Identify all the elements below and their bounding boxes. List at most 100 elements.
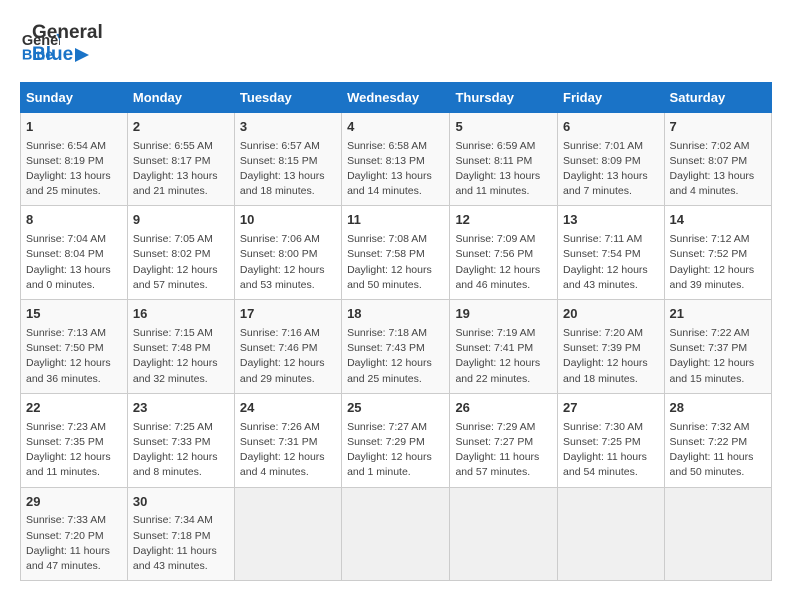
day-number: 24	[240, 399, 336, 418]
day-content: Sunrise: 7:26 AMSunset: 7:31 PMDaylight:…	[240, 420, 336, 481]
calendar-day-17: 17 Sunrise: 7:16 AMSunset: 7:46 PMDayligh…	[234, 300, 341, 394]
day-number: 17	[240, 305, 336, 324]
day-content: Sunrise: 6:57 AMSunset: 8:15 PMDaylight:…	[240, 139, 336, 200]
day-content: Sunrise: 7:27 AMSunset: 7:29 PMDaylight:…	[347, 420, 444, 481]
day-number: 23	[133, 399, 229, 418]
day-number: 7	[670, 118, 766, 137]
calendar-day-1: 1 Sunrise: 6:54 AMSunset: 8:19 PMDaylight…	[21, 112, 128, 206]
day-content: Sunrise: 6:55 AMSunset: 8:17 PMDaylight:…	[133, 139, 229, 200]
calendar-day-2: 2 Sunrise: 6:55 AMSunset: 8:17 PMDaylight…	[127, 112, 234, 206]
day-content: Sunrise: 7:16 AMSunset: 7:46 PMDaylight:…	[240, 326, 336, 387]
calendar-day-7: 7 Sunrise: 7:02 AMSunset: 8:07 PMDaylight…	[664, 112, 771, 206]
empty-cell	[450, 487, 558, 581]
calendar-day-9: 9Sunrise: 7:05 AMSunset: 8:02 PMDaylight…	[127, 206, 234, 300]
calendar-day-21: 21 Sunrise: 7:22 AMSunset: 7:37 PMDayligh…	[664, 300, 771, 394]
calendar-day-6: 6 Sunrise: 7:01 AMSunset: 8:09 PMDaylight…	[558, 112, 665, 206]
col-header-monday: Monday	[127, 82, 234, 112]
calendar-day-25: 25 Sunrise: 7:27 AMSunset: 7:29 PMDayligh…	[342, 393, 450, 487]
calendar-day-29: 29Sunrise: 7:33 AMSunset: 7:20 PMDayligh…	[21, 487, 128, 581]
calendar-day-5: 5 Sunrise: 6:59 AMSunset: 8:11 PMDaylight…	[450, 112, 558, 206]
calendar-day-13: 13 Sunrise: 7:11 AMSunset: 7:54 PMDayligh…	[558, 206, 665, 300]
day-content: Sunrise: 7:25 AMSunset: 7:33 PMDaylight:…	[133, 420, 229, 481]
day-number: 28	[670, 399, 766, 418]
day-content: Sunrise: 7:20 AMSunset: 7:39 PMDaylight:…	[563, 326, 659, 387]
day-content: Sunrise: 7:32 AMSunset: 7:22 PMDaylight:…	[670, 420, 766, 481]
calendar-day-26: 26Sunrise: 7:29 AMSunset: 7:27 PMDayligh…	[450, 393, 558, 487]
day-content: Sunrise: 7:15 AMSunset: 7:48 PMDaylight:…	[133, 326, 229, 387]
col-header-tuesday: Tuesday	[234, 82, 341, 112]
day-number: 5	[455, 118, 552, 137]
col-header-thursday: Thursday	[450, 82, 558, 112]
day-number: 6	[563, 118, 659, 137]
day-number: 13	[563, 211, 659, 230]
day-number: 20	[563, 305, 659, 324]
day-content: Sunrise: 7:29 AMSunset: 7:27 PMDaylight:…	[455, 420, 552, 481]
calendar-day-23: 23 Sunrise: 7:25 AMSunset: 7:33 PMDayligh…	[127, 393, 234, 487]
day-number: 8	[26, 211, 122, 230]
calendar-day-24: 24 Sunrise: 7:26 AMSunset: 7:31 PMDayligh…	[234, 393, 341, 487]
col-header-wednesday: Wednesday	[342, 82, 450, 112]
calendar-day-19: 19 Sunrise: 7:19 AMSunset: 7:41 PMDayligh…	[450, 300, 558, 394]
empty-cell	[342, 487, 450, 581]
calendar-day-4: 4 Sunrise: 6:58 AMSunset: 8:13 PMDaylight…	[342, 112, 450, 206]
calendar-day-3: 3 Sunrise: 6:57 AMSunset: 8:15 PMDaylight…	[234, 112, 341, 206]
day-content: Sunrise: 6:58 AMSunset: 8:13 PMDaylight:…	[347, 139, 444, 200]
day-content: Sunrise: 7:01 AMSunset: 8:09 PMDaylight:…	[563, 139, 659, 200]
calendar-day-22: 22 Sunrise: 7:23 AMSunset: 7:35 PMDayligh…	[21, 393, 128, 487]
day-content: Sunrise: 7:34 AMSunset: 7:18 PMDaylight:…	[133, 513, 229, 574]
day-content: Sunrise: 6:54 AMSunset: 8:19 PMDaylight:…	[26, 139, 122, 200]
day-number: 15	[26, 305, 122, 324]
day-number: 10	[240, 211, 336, 230]
day-number: 21	[670, 305, 766, 324]
day-number: 30	[133, 493, 229, 512]
day-content: Sunrise: 7:04 AMSunset: 8:04 PMDaylight:…	[26, 232, 122, 293]
logo: General Blue General Blue	[20, 20, 103, 66]
day-number: 12	[455, 211, 552, 230]
day-content: Sunrise: 7:11 AMSunset: 7:54 PMDaylight:…	[563, 232, 659, 293]
day-content: Sunrise: 6:59 AMSunset: 8:11 PMDaylight:…	[455, 139, 552, 200]
day-number: 29	[26, 493, 122, 512]
day-number: 1	[26, 118, 122, 137]
logo-general-text: General	[32, 22, 103, 44]
day-content: Sunrise: 7:23 AMSunset: 7:35 PMDaylight:…	[26, 420, 122, 481]
calendar-day-10: 10 Sunrise: 7:06 AMSunset: 8:00 PMDayligh…	[234, 206, 341, 300]
day-number: 4	[347, 118, 444, 137]
calendar-day-8: 8 Sunrise: 7:04 AMSunset: 8:04 PMDaylight…	[21, 206, 128, 300]
day-number: 2	[133, 118, 229, 137]
day-content: Sunrise: 7:02 AMSunset: 8:07 PMDaylight:…	[670, 139, 766, 200]
logo-arrow-icon	[75, 48, 89, 62]
col-header-sunday: Sunday	[21, 82, 128, 112]
day-content: Sunrise: 7:19 AMSunset: 7:41 PMDaylight:…	[455, 326, 552, 387]
empty-cell	[558, 487, 665, 581]
calendar-day-11: 11 Sunrise: 7:08 AMSunset: 7:58 PMDayligh…	[342, 206, 450, 300]
day-number: 19	[455, 305, 552, 324]
calendar-table: SundayMondayTuesdayWednesdayThursdayFrid…	[20, 82, 772, 582]
calendar-day-30: 30Sunrise: 7:34 AMSunset: 7:18 PMDayligh…	[127, 487, 234, 581]
calendar-day-14: 14 Sunrise: 7:12 AMSunset: 7:52 PMDayligh…	[664, 206, 771, 300]
calendar-day-27: 27Sunrise: 7:30 AMSunset: 7:25 PMDayligh…	[558, 393, 665, 487]
calendar-day-20: 20 Sunrise: 7:20 AMSunset: 7:39 PMDayligh…	[558, 300, 665, 394]
day-number: 14	[670, 211, 766, 230]
empty-cell	[234, 487, 341, 581]
calendar-day-15: 15 Sunrise: 7:13 AMSunset: 7:50 PMDayligh…	[21, 300, 128, 394]
calendar-day-28: 28 Sunrise: 7:32 AMSunset: 7:22 PMDayligh…	[664, 393, 771, 487]
day-content: Sunrise: 7:22 AMSunset: 7:37 PMDaylight:…	[670, 326, 766, 387]
col-header-saturday: Saturday	[664, 82, 771, 112]
day-number: 11	[347, 211, 444, 230]
day-number: 16	[133, 305, 229, 324]
day-content: Sunrise: 7:12 AMSunset: 7:52 PMDaylight:…	[670, 232, 766, 293]
day-number: 27	[563, 399, 659, 418]
calendar-day-18: 18 Sunrise: 7:18 AMSunset: 7:43 PMDayligh…	[342, 300, 450, 394]
day-content: Sunrise: 7:06 AMSunset: 8:00 PMDaylight:…	[240, 232, 336, 293]
logo-blue-text: Blue	[32, 44, 103, 66]
day-number: 25	[347, 399, 444, 418]
empty-cell	[664, 487, 771, 581]
day-number: 3	[240, 118, 336, 137]
calendar-day-12: 12Sunrise: 7:09 AMSunset: 7:56 PMDayligh…	[450, 206, 558, 300]
day-content: Sunrise: 7:08 AMSunset: 7:58 PMDaylight:…	[347, 232, 444, 293]
day-number: 9	[133, 211, 229, 230]
day-number: 22	[26, 399, 122, 418]
day-content: Sunrise: 7:18 AMSunset: 7:43 PMDaylight:…	[347, 326, 444, 387]
day-number: 18	[347, 305, 444, 324]
day-content: Sunrise: 7:13 AMSunset: 7:50 PMDaylight:…	[26, 326, 122, 387]
